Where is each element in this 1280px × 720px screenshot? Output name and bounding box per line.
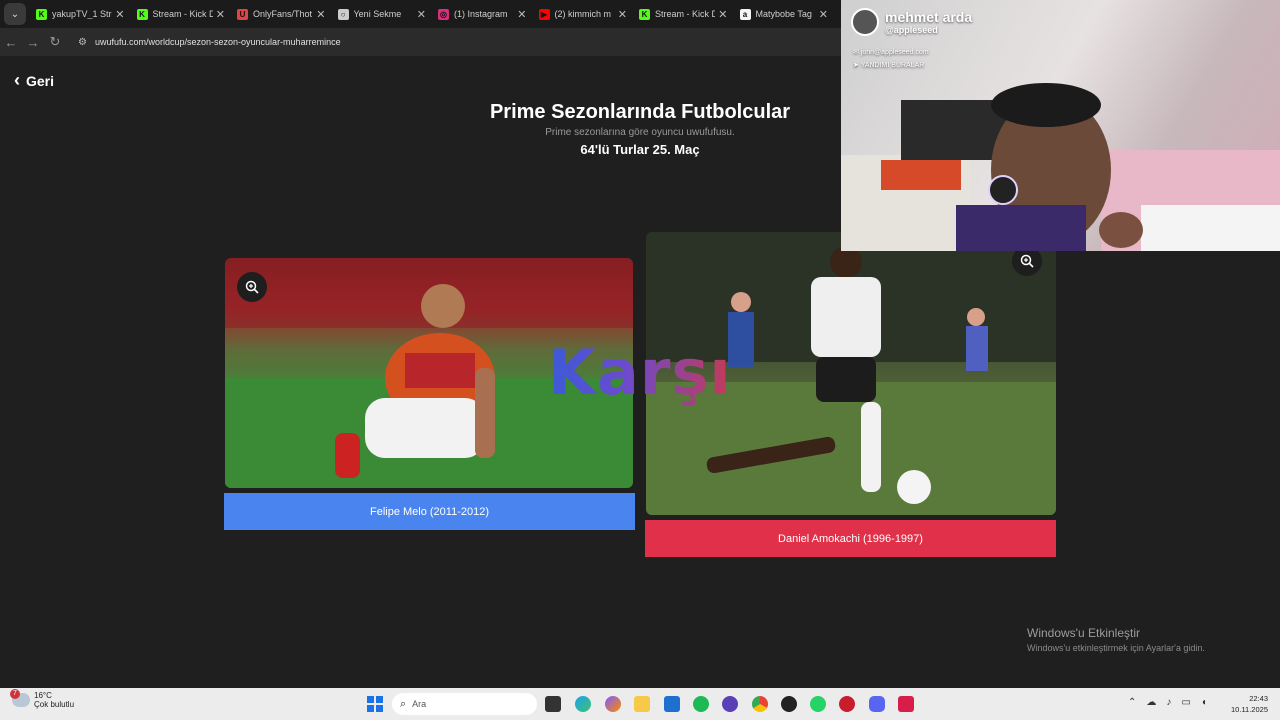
browser-tab[interactable]: KyakupTV_1 Stre ✕	[30, 0, 131, 28]
page-title: Prime Sezonlarında Futbolcular	[489, 101, 791, 123]
network-icon[interactable]: ▭	[1181, 697, 1190, 708]
zoom-in-icon[interactable]	[237, 272, 267, 302]
round-indicator: 64'lü Turlar 25. Maç	[580, 142, 700, 157]
volume-icon[interactable]: ◖	[1201, 697, 1207, 708]
tab-label: (1) Instagram	[454, 9, 508, 19]
spotify-icon[interactable]	[693, 696, 709, 712]
webcam-scene-illustration	[841, 83, 1280, 251]
windows-activation-watermark: Windows'u Etkinleştir Windows'u etkinleş…	[1027, 626, 1205, 653]
tab-label: Stream - Kick D	[655, 9, 716, 19]
tab-label: Matybobe Tag	[755, 9, 812, 19]
versus-label: Karşı	[548, 336, 732, 409]
weather-condition: Çok bulutlu	[34, 700, 75, 709]
store-icon[interactable]	[664, 696, 680, 712]
tab-search-menu-button[interactable]: ⌄	[4, 3, 26, 25]
search-placeholder: Ara	[412, 699, 427, 709]
tab-strip: KyakupTV_1 Stre ✕ K Stream - Kick D ✕ U OnlyFa…	[30, 0, 834, 28]
streamer-location: ➤ YANDIMI BURALAR	[853, 62, 925, 69]
github-icon[interactable]	[781, 696, 797, 712]
tab-favicon-icon: U	[237, 8, 248, 20]
avatar	[851, 8, 879, 36]
onedrive-icon[interactable]: ☁	[1146, 697, 1156, 708]
tab-close-icon[interactable]: ✕	[718, 8, 727, 21]
browser-tab[interactable]: K Stream - Kick D ✕	[131, 0, 232, 28]
app-icon[interactable]	[722, 696, 738, 712]
streamer-email: ✉ john@appleseed.com	[853, 49, 929, 56]
tab-favicon-icon: ○	[337, 8, 349, 20]
whatsapp-icon[interactable]	[810, 696, 826, 712]
tab-close-icon[interactable]: ✕	[819, 8, 828, 21]
url-text: uwufufu.com/worldcup/sezon-sezon-oyuncul…	[94, 37, 341, 47]
discord-icon[interactable]	[869, 696, 885, 712]
back-arrow-icon[interactable]: ←	[0, 35, 22, 50]
windows-start-icon[interactable]	[367, 696, 383, 712]
back-link[interactable]: ‹ Geri	[14, 70, 54, 91]
tab-favicon-icon: ▶	[538, 8, 550, 20]
file-explorer-icon[interactable]	[634, 696, 650, 712]
browser-tab[interactable]: K Stream - Kick D ✕	[633, 0, 734, 28]
tab-close-icon[interactable]: ✕	[115, 8, 124, 21]
tab-favicon-icon: K	[36, 8, 47, 20]
forward-arrow-icon[interactable]: →	[22, 35, 44, 50]
activation-title: Windows'u Etkinleştir	[1027, 626, 1140, 640]
taskbar-search[interactable]: ⌕ Ara	[392, 693, 537, 715]
back-label: Geri	[26, 72, 55, 89]
tab-label: Stream - Kick D	[152, 9, 213, 19]
tab-label: yakupTV_1 Stre	[52, 9, 113, 19]
site-settings-icon[interactable]: ⚙	[78, 37, 87, 48]
url-field[interactable]: ⚙ uwufufu.com/worldcup/sezon-sezon-oyunc…	[72, 31, 872, 53]
browser-tab[interactable]: a Matybobe Tag ✕	[734, 0, 835, 28]
tab-label: OnlyFans/Thot	[253, 9, 313, 19]
tab-label: (2) kimmich m	[554, 9, 612, 19]
webcam-overlay: mehmet arda @appleseed ✉ john@appleseed.…	[841, 0, 1280, 251]
weather-widget[interactable]: 7 16°C Çok bulutlu	[10, 689, 75, 709]
weather-temperature: 16°C	[34, 691, 52, 700]
chrome-icon[interactable]	[752, 696, 768, 712]
tab-close-icon[interactable]: ✕	[316, 8, 325, 21]
media-player-icon[interactable]	[839, 696, 855, 712]
search-icon: ⌕	[400, 697, 407, 710]
tab-close-icon[interactable]: ✕	[417, 8, 426, 21]
tab-favicon-icon: a	[739, 8, 751, 20]
mail-icon: ✉	[853, 49, 861, 56]
browser-tab[interactable]: ○ Yeni Sekme ✕	[332, 0, 433, 28]
streamer-profile: mehmet arda @appleseed	[851, 8, 972, 36]
tab-favicon-icon: K	[136, 8, 148, 20]
left-choice-button[interactable]: Felipe Melo (2011-2012)	[224, 493, 635, 530]
browser-tab[interactable]: ◎ (1) Instagram ✕	[432, 0, 533, 28]
tab-close-icon[interactable]: ✕	[216, 8, 225, 21]
tab-favicon-icon: ◎	[438, 8, 449, 20]
streamer-handle: @appleseed	[885, 25, 938, 35]
valorant-icon[interactable]	[898, 696, 914, 712]
page-subtitle: Prime sezonlarına göre oyuncu uwufufusu.	[545, 127, 735, 138]
location-arrow-icon: ➤	[853, 62, 861, 69]
tab-close-icon[interactable]: ✕	[517, 8, 526, 21]
streamer-name: mehmet arda	[885, 9, 973, 25]
copilot-icon[interactable]	[605, 696, 621, 712]
windows-taskbar: 7 16°C Çok bulutlu ⌕ Ara ⌃ ☁ ♪ ▭ ◖ 22:43…	[0, 688, 1280, 720]
notification-badge: 7	[10, 689, 20, 699]
browser-tab[interactable]: U OnlyFans/Thot ✕	[231, 0, 332, 28]
clock-date: 10.11.2025	[1231, 705, 1268, 714]
system-clock[interactable]: 22:43 10.11.2025	[1231, 693, 1268, 715]
chevron-up-icon[interactable]: ⌃	[1128, 697, 1136, 708]
activation-subtitle: Windows'u etkinleştirmek için Ayarlar'a …	[1027, 643, 1205, 653]
chevron-left-icon: ‹	[14, 70, 20, 90]
microphone-icon[interactable]: ♪	[1166, 697, 1171, 708]
reload-icon[interactable]: ↻	[44, 34, 66, 50]
tab-favicon-icon: K	[639, 8, 650, 20]
edge-browser-icon[interactable]	[575, 696, 591, 712]
clock-time: 22:43	[1249, 694, 1268, 703]
cloud-icon: 7	[10, 689, 30, 707]
task-view-icon[interactable]	[545, 696, 561, 712]
tab-label: Yeni Sekme	[353, 9, 402, 19]
tab-close-icon[interactable]: ✕	[618, 8, 627, 21]
right-choice-button[interactable]: Daniel Amokachi (1996-1997)	[645, 520, 1056, 557]
system-tray: ⌃ ☁ ♪ ▭ ◖	[1128, 697, 1207, 708]
browser-tab[interactable]: ▶ (2) kimmich m ✕	[533, 0, 634, 28]
